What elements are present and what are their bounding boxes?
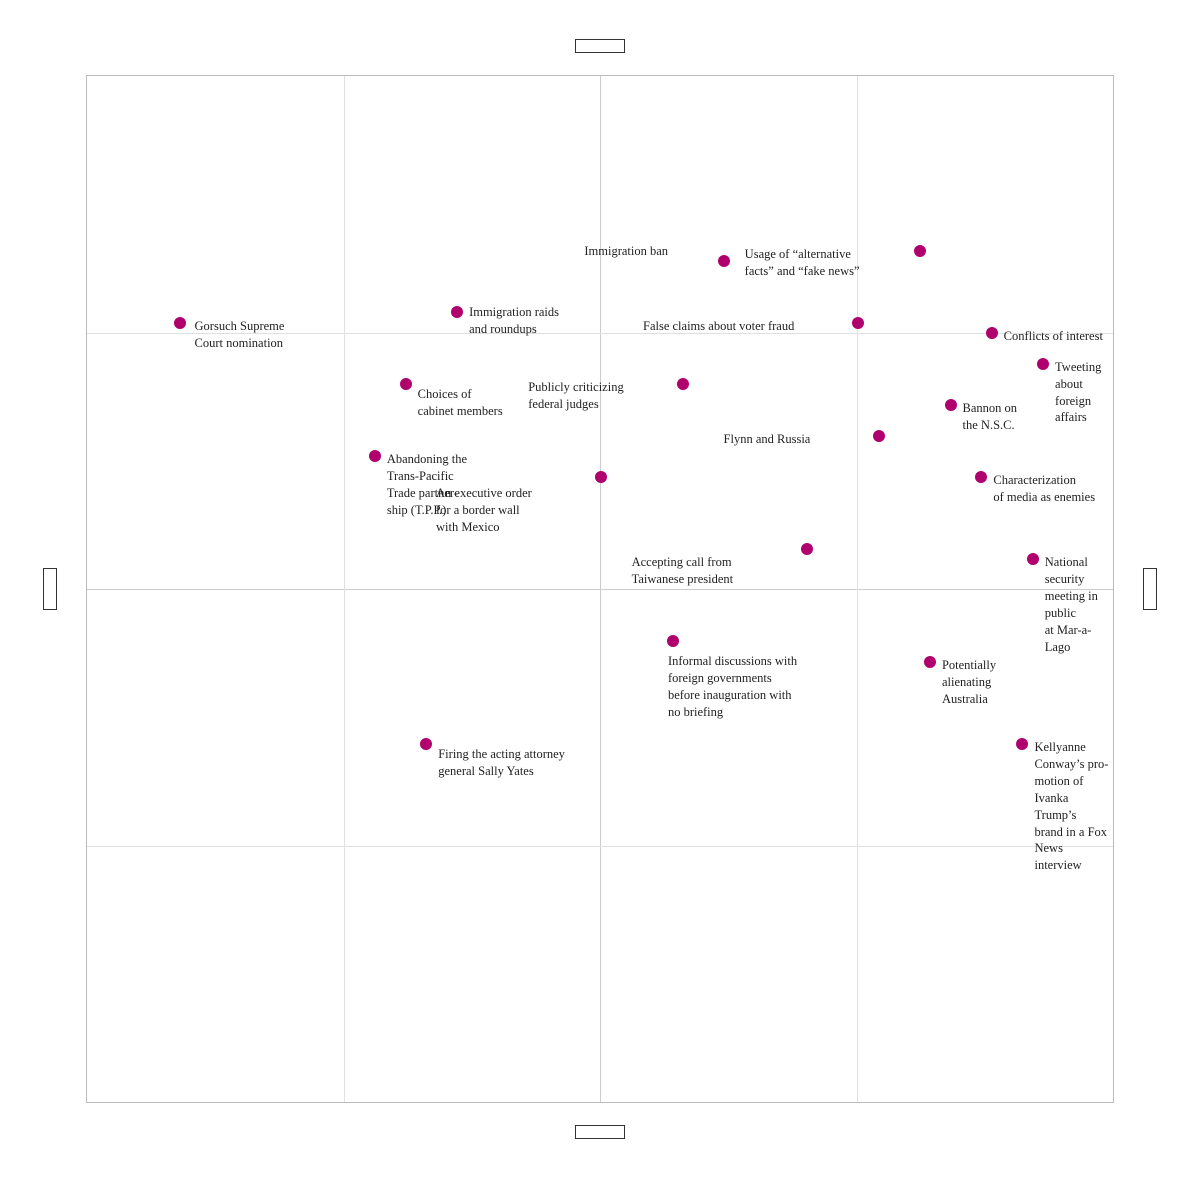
axis-bottom-label bbox=[575, 1125, 625, 1139]
vertical-axis-line bbox=[600, 76, 601, 1102]
plot-area: Gorsuch Supreme Court nomination Immigrat… bbox=[86, 75, 1114, 1103]
dot-choices-cabinet bbox=[400, 378, 412, 390]
dot-gorsuch bbox=[174, 317, 186, 329]
dot-immigration-ban bbox=[718, 255, 730, 267]
label-national-security-mar: National security meeting in public at M… bbox=[1045, 554, 1113, 655]
dot-national-security-mar bbox=[1027, 553, 1039, 565]
dot-criticizing-judges bbox=[677, 378, 689, 390]
dot-kellyanne bbox=[1016, 738, 1028, 750]
label-border-wall: An executive order for a border wall wit… bbox=[436, 485, 532, 536]
dot-conflicts-interest bbox=[986, 327, 998, 339]
label-false-claims-voter: False claims about voter fraud bbox=[643, 318, 794, 335]
scatter-chart: Gorsuch Supreme Court nomination Immigrat… bbox=[50, 39, 1150, 1139]
dot-firing-yates bbox=[420, 738, 432, 750]
label-kellyanne: Kellyanne Conway’s pro- motion of Ivanka… bbox=[1034, 739, 1113, 874]
dot-potentially-alienating bbox=[924, 656, 936, 668]
dot-bannon-nsc bbox=[945, 399, 957, 411]
label-potentially-alienating: Potentially alienating Australia bbox=[942, 657, 996, 708]
grid-h-75 bbox=[87, 846, 1113, 847]
label-immigration-raids: Immigration raids and roundups bbox=[469, 304, 559, 338]
label-criticizing-judges: Publicly criticizing federal judges bbox=[528, 379, 623, 413]
dot-alternative-facts bbox=[914, 245, 926, 257]
axis-left-label bbox=[43, 568, 57, 610]
dot-false-claims-voter bbox=[852, 317, 864, 329]
label-immigration-ban: Immigration ban bbox=[584, 243, 668, 260]
label-conflicts-interest: Conflicts of interest bbox=[1004, 328, 1103, 345]
dot-accepting-call-taiwan bbox=[801, 543, 813, 555]
label-accepting-call-taiwan: Accepting call from Taiwanese president bbox=[632, 554, 734, 588]
label-gorsuch: Gorsuch Supreme Court nomination bbox=[195, 318, 285, 352]
label-bannon-nsc: Bannon on the N.S.C. bbox=[963, 400, 1018, 434]
dot-border-wall bbox=[595, 471, 607, 483]
dot-informal-discussions bbox=[667, 635, 679, 647]
dot-tweeting-foreign bbox=[1037, 358, 1049, 370]
axis-top-label bbox=[575, 39, 625, 53]
dot-char-media bbox=[975, 471, 987, 483]
grid-v-75 bbox=[857, 76, 858, 1102]
label-alternative-facts: Usage of “alternative facts” and “fake n… bbox=[745, 246, 860, 280]
label-firing-yates: Firing the acting attorney general Sally… bbox=[438, 746, 565, 780]
grid-v-25 bbox=[344, 76, 345, 1102]
dot-abandoning-tpp bbox=[369, 450, 381, 462]
dot-immigration-raids bbox=[451, 306, 463, 318]
label-informal-discussions: Informal discussions with foreign govern… bbox=[668, 653, 797, 721]
axis-right-label bbox=[1143, 568, 1157, 610]
label-tweeting-foreign: Tweeting about foreign affairs bbox=[1055, 359, 1113, 427]
label-choices-cabinet: Choices of cabinet members bbox=[418, 386, 503, 420]
dot-flynn-russia bbox=[873, 430, 885, 442]
label-char-media: Characterization of media as enemies bbox=[993, 472, 1095, 506]
label-flynn-russia: Flynn and Russia bbox=[724, 431, 811, 448]
